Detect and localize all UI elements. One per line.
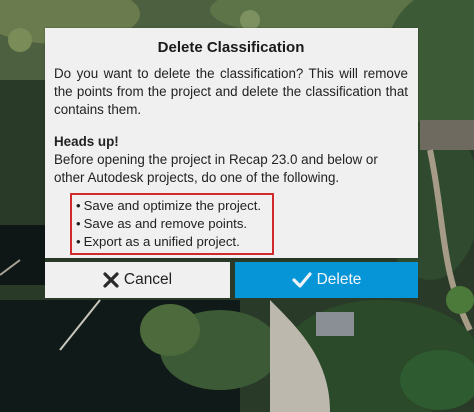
delete-label: Delete — [316, 271, 362, 288]
options-list: • Save and optimize the project. • Save as… — [70, 193, 274, 255]
list-item: • Export as a unified project. — [76, 233, 272, 251]
cancel-button[interactable]: Cancel — [45, 262, 230, 298]
list-item: • Save and optimize the project. — [76, 197, 272, 215]
dialog-title: Delete Classification — [157, 39, 305, 56]
option-text: Save and optimize the project. — [83, 198, 262, 213]
cancel-label: Cancel — [123, 271, 173, 288]
delete-button[interactable]: Delete — [235, 262, 418, 298]
delete-classification-dialog: Delete Classification Do you want to del… — [45, 28, 418, 258]
bullet: • — [76, 234, 81, 249]
option-text: Export as a unified project. — [83, 234, 240, 249]
bullet: • — [76, 198, 81, 213]
bullet: • — [76, 216, 81, 231]
x-icon — [103, 272, 119, 288]
check-icon — [291, 272, 312, 288]
dialog-message: Do you want to delete the classification… — [54, 66, 408, 117]
option-text: Save as and remove points. — [83, 216, 248, 231]
heads-up-body: Before opening the project in Recap 23.0… — [54, 152, 378, 185]
list-item: • Save as and remove points. — [76, 215, 272, 233]
heads-up-title: Heads up! — [54, 134, 119, 149]
